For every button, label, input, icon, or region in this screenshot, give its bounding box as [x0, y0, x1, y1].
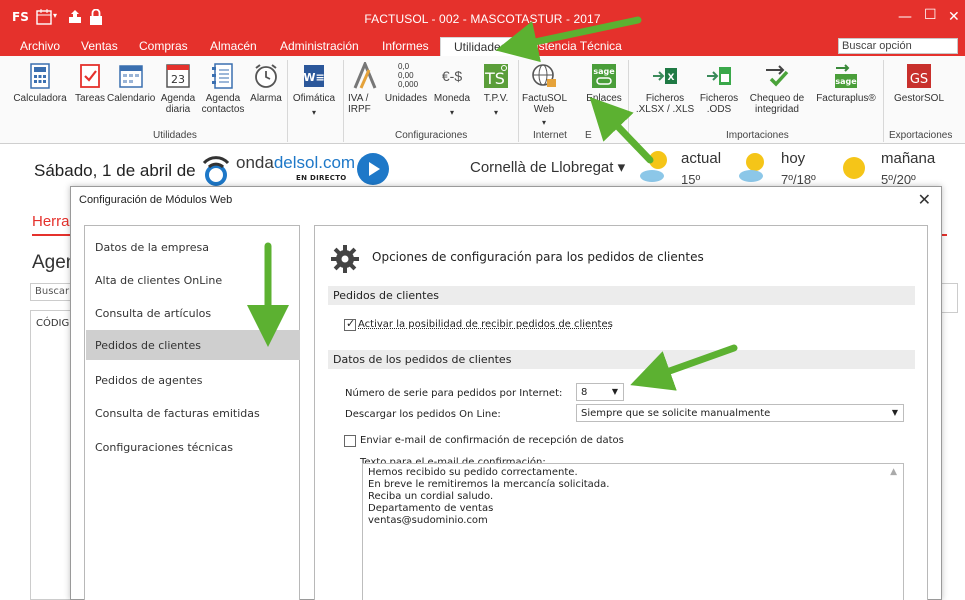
arrow-to-utilidades: [495, 16, 642, 63]
annotation-arrows: [247, 16, 738, 391]
arrow-to-factusol-web: [589, 96, 654, 164]
arrow-to-serie: [630, 344, 738, 391]
app-window: FS ▾ FACTUSOL - 002 - MASCOTASTUR - 2017…: [0, 0, 965, 600]
